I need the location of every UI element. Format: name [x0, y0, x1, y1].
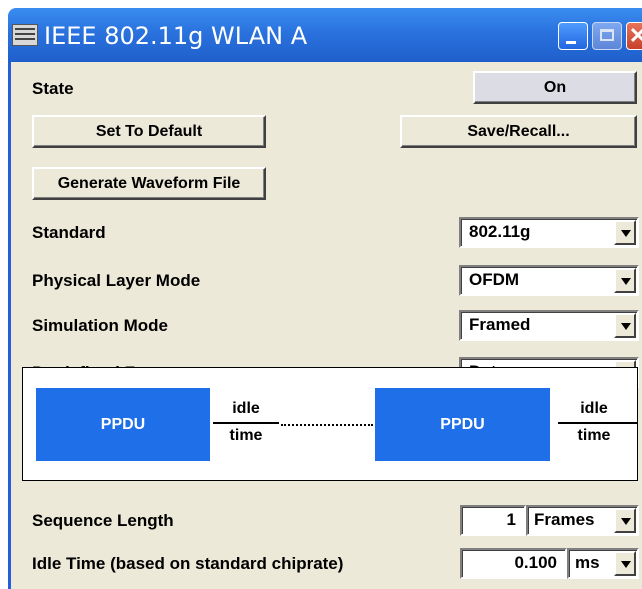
- sequence-unit-value: Frames: [534, 510, 595, 529]
- set-to-default-button[interactable]: Set To Default: [32, 115, 266, 148]
- minimize-icon: [566, 41, 576, 44]
- wlan-dialog-window: IEEE 802.11g WLAN A ✕ State On Set To De…: [0, 0, 642, 589]
- chevron-down-icon: [621, 518, 631, 525]
- state-label: State: [32, 79, 74, 98]
- minimize-button[interactable]: [558, 22, 588, 50]
- repeat-dots: [281, 424, 373, 426]
- sequence-length-value: 1: [506, 510, 516, 529]
- idle-time-unit-value: ms: [575, 553, 600, 572]
- window-title: IEEE 802.11g WLAN A: [44, 22, 308, 50]
- idle-label-1: idle: [232, 400, 260, 417]
- idle-time-input[interactable]: 0.100: [460, 548, 567, 579]
- title-bar[interactable]: IEEE 802.11g WLAN A ✕: [8, 8, 642, 62]
- chevron-down-icon: [621, 230, 631, 237]
- save-recall-button[interactable]: Save/Recall...: [400, 115, 637, 148]
- close-icon: ✕: [628, 23, 642, 48]
- standard-label: Standard: [32, 223, 106, 242]
- chevron-down-icon: [621, 278, 631, 285]
- sequence-length-input[interactable]: 1: [460, 505, 526, 536]
- simulation-mode-select[interactable]: Framed: [459, 310, 639, 341]
- chevron-down-icon: [621, 323, 631, 330]
- ppdu-block-2: PPDU: [375, 388, 550, 461]
- sequence-unit-dropdown-arrow[interactable]: [614, 508, 636, 533]
- physical-layer-mode-label: Physical Layer Mode: [32, 271, 201, 290]
- chevron-down-icon: [621, 561, 631, 568]
- maximize-icon: [600, 29, 614, 41]
- state-toggle-button[interactable]: On: [473, 71, 637, 104]
- standard-dropdown-arrow[interactable]: [614, 220, 636, 245]
- window-app-icon[interactable]: [12, 24, 38, 46]
- sequence-unit-select[interactable]: Frames: [526, 505, 639, 536]
- idle-time-value: 0.100: [514, 553, 557, 572]
- idle-time-label: Idle Time (based on standard chiprate): [32, 554, 344, 573]
- standard-select[interactable]: 802.11g: [459, 217, 639, 248]
- sequence-length-label: Sequence Length: [32, 511, 174, 530]
- simulation-mode-dropdown-arrow[interactable]: [614, 313, 636, 338]
- maximize-button[interactable]: [592, 22, 622, 50]
- frame-structure-diagram: PPDU idle time PPDU idle time: [22, 367, 638, 481]
- time-label-2: time: [577, 427, 611, 444]
- idle-time-unit-dropdown-arrow[interactable]: [614, 551, 636, 576]
- ppdu-block-1: PPDU: [36, 388, 210, 461]
- idle-divider-2: [558, 422, 637, 424]
- simulation-mode-label: Simulation Mode: [32, 316, 168, 335]
- idle-label-2: idle: [580, 400, 608, 417]
- physical-layer-mode-dropdown-arrow[interactable]: [614, 268, 636, 293]
- standard-value: 802.11g: [469, 222, 531, 241]
- settings-panel: State On Set To Default Save/Recall... G…: [8, 62, 642, 589]
- time-label-1: time: [229, 427, 263, 444]
- generate-waveform-button[interactable]: Generate Waveform File: [32, 167, 266, 200]
- physical-layer-mode-value: OFDM: [469, 270, 520, 289]
- simulation-mode-value: Framed: [469, 315, 531, 334]
- idle-time-unit-select[interactable]: ms: [567, 548, 639, 579]
- idle-divider-1: [213, 422, 279, 424]
- physical-layer-mode-select[interactable]: OFDM: [459, 265, 639, 296]
- close-button[interactable]: ✕: [626, 22, 642, 50]
